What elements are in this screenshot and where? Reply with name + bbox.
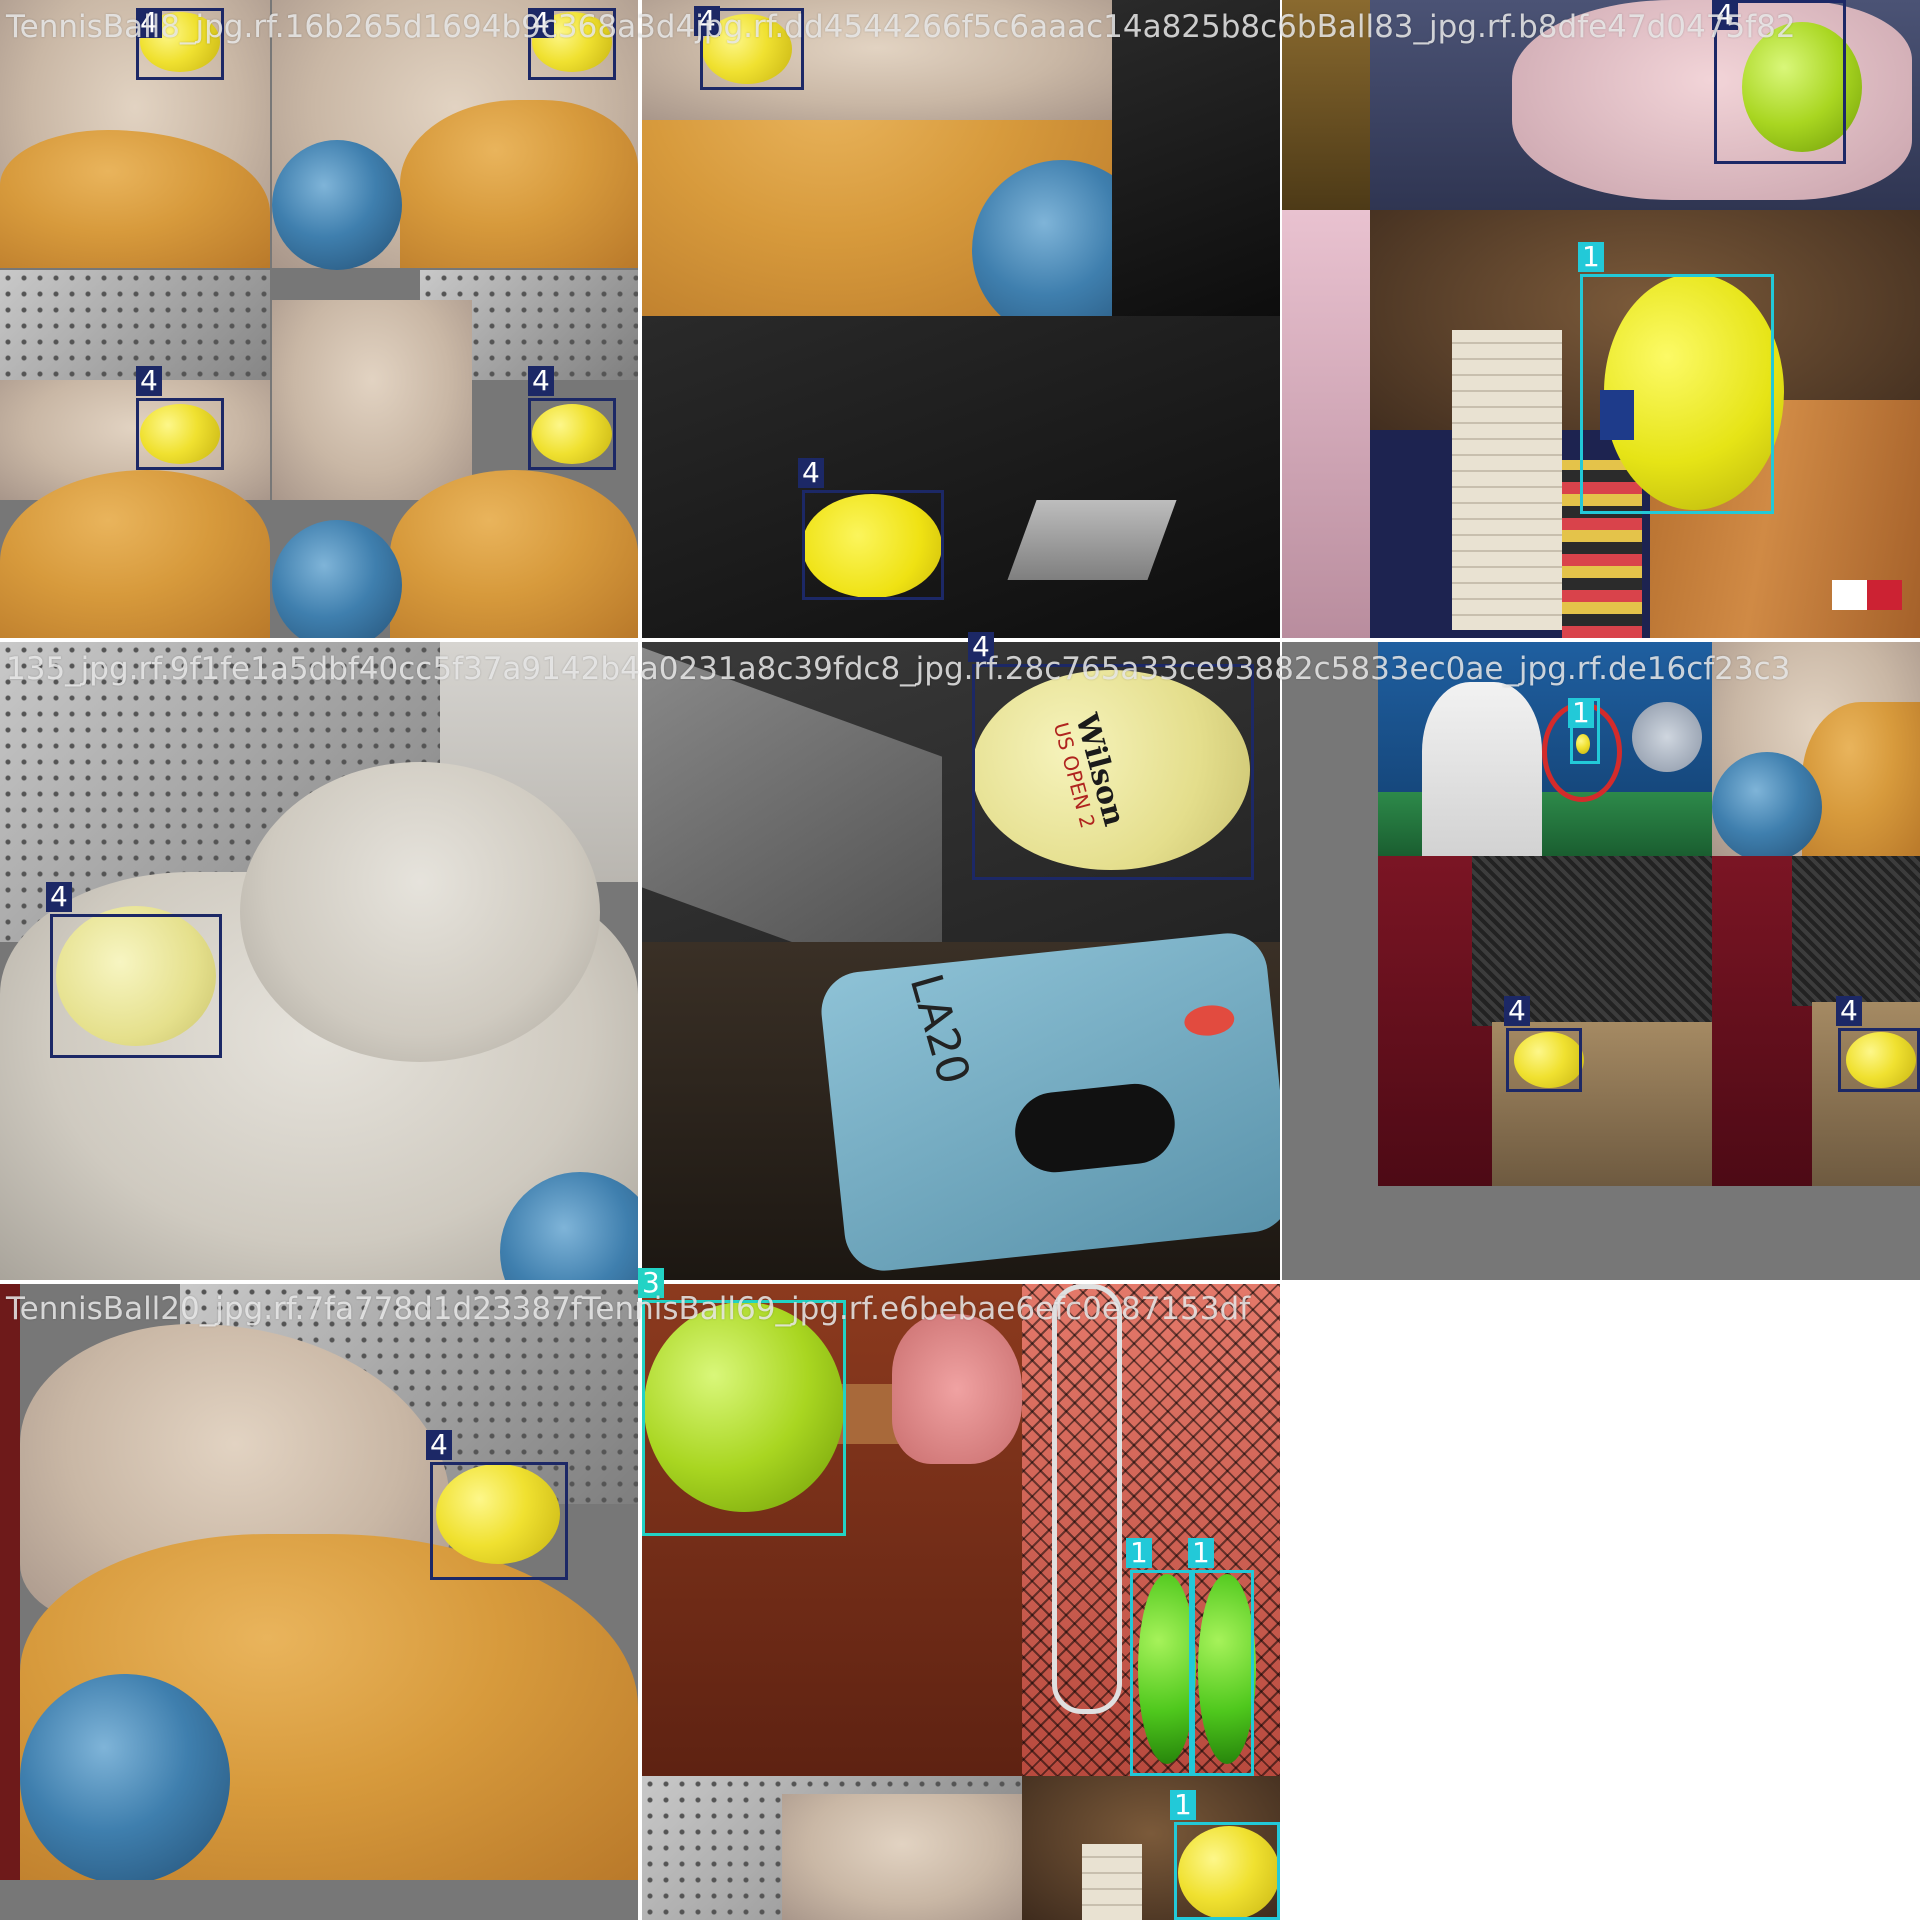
bbox-class-3 — [642, 1300, 846, 1536]
blue-dryer-ball — [272, 520, 402, 638]
dark-machine — [642, 316, 1280, 638]
bbox-class-1 — [1174, 1822, 1280, 1920]
silver-part — [1007, 500, 1177, 580]
tennis-player — [1422, 682, 1542, 856]
bbox-label: 1 — [1578, 242, 1604, 272]
blue-dryer-ball — [272, 140, 402, 270]
bbox-label: 4 — [1836, 996, 1862, 1026]
bbox-label: 1 — [1170, 1790, 1196, 1820]
tile-1 — [0, 0, 638, 638]
grey-object — [1632, 702, 1702, 772]
bbox-class-4 — [802, 490, 944, 600]
lego-brick — [1832, 580, 1902, 610]
bbox-label: 1 — [1126, 1538, 1152, 1568]
mosaic-grid: LA20 Wilson US OPEN 2 4 4 4 4 4 4 4 1 4 … — [0, 0, 1920, 1920]
device-label: LA20 — [899, 968, 980, 1090]
dark-machine — [1112, 0, 1280, 316]
padding — [0, 1880, 638, 1920]
device-slot — [1011, 1079, 1179, 1177]
bbox-class-4 — [1838, 1028, 1920, 1092]
bbox-class-4 — [1506, 1028, 1582, 1092]
device-button — [1182, 1002, 1236, 1039]
towel-orange — [390, 470, 638, 638]
towel-beige — [272, 300, 472, 500]
bbox-class-4 — [528, 398, 616, 470]
filename-row-1: TennisBall8_jpg.rf.16b265d1694b9c368a3d4… — [6, 9, 1796, 45]
edge-strip — [0, 1284, 20, 1880]
blue-dryer-ball — [1712, 752, 1822, 862]
bbox-label: 1 — [1568, 698, 1594, 728]
bbox-class-1 — [1580, 274, 1774, 514]
face-crop — [1282, 210, 1370, 638]
bbox-class-1 — [1130, 1570, 1192, 1776]
tennis-racket — [1052, 1284, 1122, 1714]
bbox-label: 4 — [528, 366, 554, 396]
towel-orange — [1802, 702, 1920, 856]
bbox-class-4 — [972, 664, 1254, 880]
empty-area — [1282, 1284, 1920, 1920]
bbox-class-4 — [430, 1462, 568, 1580]
bbox-class-1 — [1192, 1570, 1254, 1776]
tile-7 — [0, 1284, 638, 1920]
lego-tower — [1452, 330, 1562, 630]
bbox-label: 4 — [1504, 996, 1530, 1026]
towel-orange — [400, 100, 638, 268]
filename-row-2: 135_jpg.rf.9f1fe1a5dbf40cc5f37a9142b4a02… — [6, 651, 1791, 687]
bbox-label: 4 — [798, 458, 824, 488]
tile-6 — [1282, 642, 1920, 1280]
hand — [892, 1314, 1022, 1464]
bbox-label: 4 — [46, 882, 72, 912]
towel-white — [240, 762, 600, 1062]
filename-row-3: TennisBall20_jpg.rf.7fa778d1d23387fTenni… — [6, 1291, 1251, 1327]
tile-2 — [642, 0, 1280, 638]
towel-beige — [782, 1794, 1022, 1920]
bbox-class-4 — [50, 914, 222, 1058]
bbox-label: 4 — [426, 1430, 452, 1460]
blue-device: LA20 — [817, 929, 1280, 1275]
bbox-label: 1 — [1188, 1538, 1214, 1568]
bbox-class-4 — [136, 398, 224, 470]
bbox-label: 4 — [136, 366, 162, 396]
mesh-bag — [1792, 856, 1920, 1006]
blue-dryer-ball — [20, 1674, 230, 1884]
lego-tower — [1082, 1844, 1142, 1920]
